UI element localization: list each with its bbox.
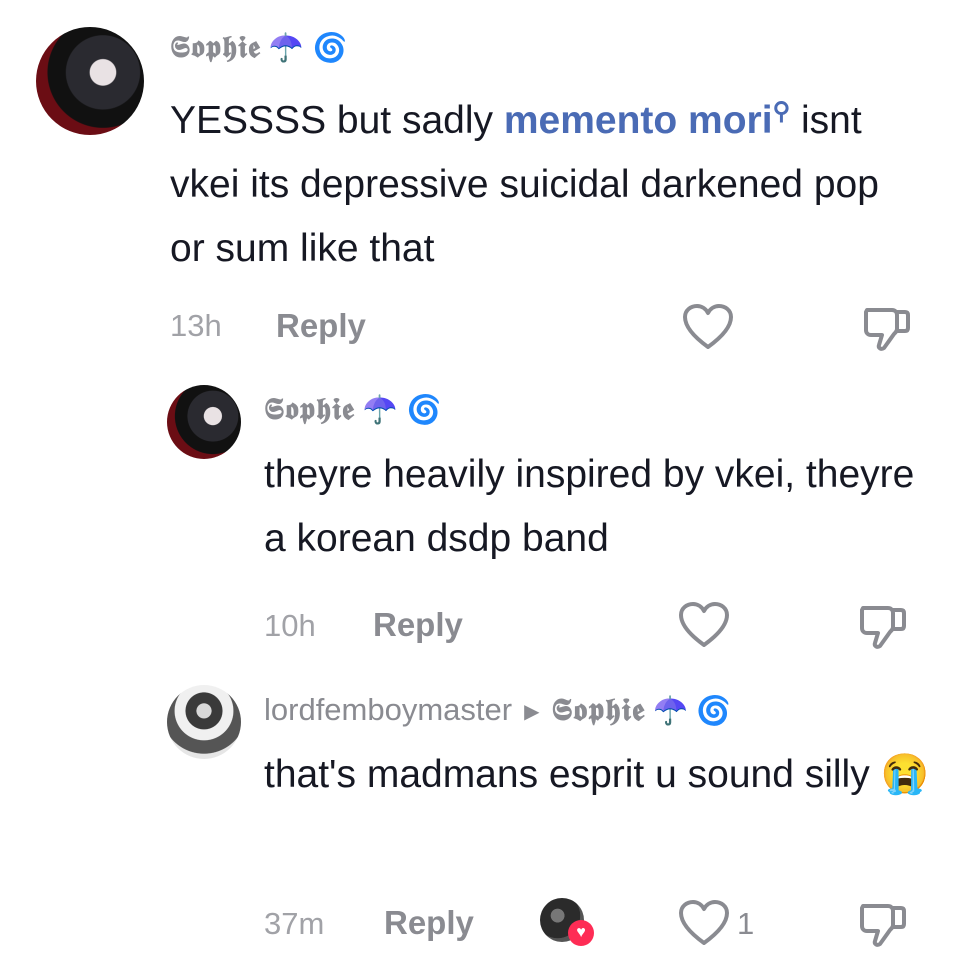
- comment-username[interactable]: lordfemboymaster ▶ 𝕾𝖔𝖕𝖍𝖎𝖊 ☂️ 🌀: [264, 692, 731, 729]
- username-text: 𝕾𝖔𝖕𝖍𝖎𝖊: [170, 30, 261, 65]
- cyclone-emoji: 🌀: [696, 695, 731, 726]
- heart-icon[interactable]: [678, 900, 730, 951]
- avatar[interactable]: [167, 685, 241, 759]
- timestamp: 10h: [264, 608, 316, 643]
- dislike-icon[interactable]: [858, 900, 908, 953]
- reply-button[interactable]: Reply: [373, 606, 463, 644]
- avatar[interactable]: [167, 385, 241, 459]
- search-link[interactable]: memento mori⚲: [503, 98, 791, 142]
- reply-button[interactable]: Reply: [276, 307, 366, 345]
- comment-username[interactable]: 𝕾𝖔𝖕𝖍𝖎𝖊 ☂️ 🌀: [264, 392, 443, 427]
- username-text: lordfemboymaster: [264, 692, 513, 727]
- comment-text-start: YESSSS but sadly: [170, 99, 504, 142]
- heart-icon[interactable]: [678, 602, 730, 653]
- reply-to-username[interactable]: 𝕾𝖔𝖕𝖍𝖎𝖊: [551, 692, 645, 728]
- cyclone-emoji: 🌀: [312, 31, 349, 64]
- reply-button[interactable]: Reply: [384, 904, 474, 942]
- comment-text: YESSSS but sadly memento mori⚲ isnt vkei…: [170, 80, 890, 281]
- umbrella-emoji: ☂️: [653, 695, 689, 726]
- username-text: 𝕾𝖔𝖕𝖍𝖎𝖊: [264, 392, 355, 427]
- search-icon: ⚲: [772, 98, 791, 125]
- comment-text: that's madmans esprit u sound silly 😭: [264, 753, 930, 796]
- heart-icon[interactable]: [682, 304, 734, 355]
- timestamp: 13h: [170, 308, 222, 343]
- cyclone-emoji: 🌀: [406, 393, 443, 426]
- umbrella-emoji: ☂️: [362, 393, 399, 426]
- dislike-icon[interactable]: [858, 602, 908, 655]
- search-link-text: memento mori: [503, 99, 773, 142]
- timestamp: 37m: [264, 906, 325, 941]
- caret-right-icon: ▶: [524, 701, 540, 724]
- avatar[interactable]: [36, 27, 144, 135]
- umbrella-emoji: ☂️: [268, 31, 305, 64]
- dislike-icon[interactable]: [862, 304, 912, 357]
- comment-text: theyre heavily inspired by vkei, theyre …: [264, 453, 915, 560]
- like-count: 1: [737, 906, 755, 941]
- creator-liked-heart-icon: ♥: [568, 920, 594, 946]
- comment-username[interactable]: 𝕾𝖔𝖕𝖍𝖎𝖊 ☂️ 🌀: [170, 30, 349, 65]
